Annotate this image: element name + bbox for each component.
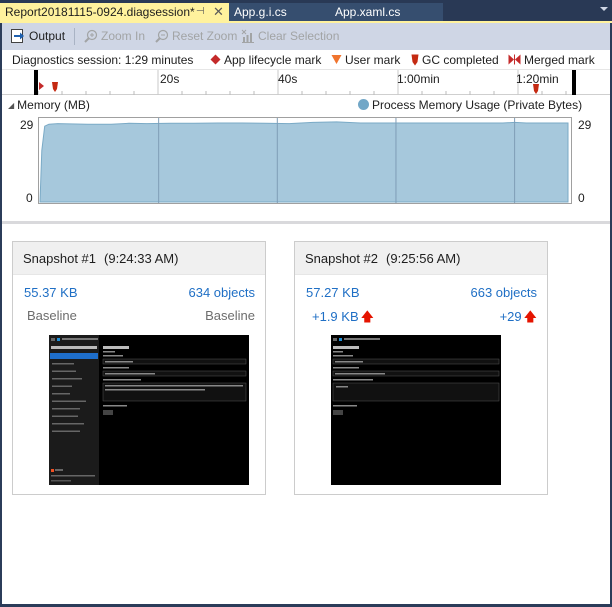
increase-arrow-icon: 🡅 <box>523 309 537 324</box>
reset-zoom-label: Reset Zoom <box>172 29 238 43</box>
app-screenshot <box>49 335 249 485</box>
size-diff-value: +1.9 KB <box>312 309 359 324</box>
legend-label: Merged mark <box>524 53 595 67</box>
y-axis-max-left: 29 <box>20 118 34 132</box>
tab-app-g-i-cs[interactable]: App.g.i.cs <box>229 3 329 21</box>
zoom-in-button[interactable]: Zoom In <box>84 27 145 46</box>
tab-app-xaml-cs[interactable]: App.xaml.cs <box>329 3 443 21</box>
output-label: Output <box>29 29 66 43</box>
reset-zoom-icon <box>155 29 169 43</box>
selection-start-handle[interactable] <box>34 70 38 95</box>
legend-gc-completed: GC completed <box>411 53 499 67</box>
snapshot-title: Snapshot #1 <box>23 251 97 266</box>
diamond-icon <box>210 54 221 65</box>
snapshot-objects-diff: Baseline <box>205 308 255 323</box>
gc-marker[interactable] <box>52 82 58 92</box>
snapshot-objects-link[interactable]: 634 objects <box>189 285 256 300</box>
legend-user-mark: User mark <box>331 53 400 67</box>
merged-mark-icon <box>508 54 521 65</box>
memory-legend-label: Process Memory Usage (Private Bytes) <box>372 98 583 112</box>
tab-diagsession[interactable]: Report20181115-0924.diagsession* ⊣ ✕ <box>0 3 229 21</box>
zoom-in-label: Zoom In <box>101 29 146 43</box>
session-legend-bar: Diagnostics session: 1:29 minutes App li… <box>2 50 610 70</box>
section-divider[interactable] <box>2 221 610 224</box>
legend-label: User mark <box>345 53 401 67</box>
clear-selection-button[interactable]: Clear Selection <box>241 27 339 46</box>
snapshot-card-2: Snapshot #2 (9:25:56 AM) 57.27 KB 663 obj… <box>294 241 548 495</box>
reset-zoom-button[interactable]: Reset Zoom <box>155 27 237 46</box>
output-icon <box>11 28 24 43</box>
diagnostics-report-view: Output Zoom In Reset Zoom Clear Selectio… <box>2 23 610 604</box>
snapshot-size-link[interactable]: 55.37 KB <box>24 285 78 300</box>
toolbar-separator <box>74 28 75 45</box>
close-icon[interactable]: ✕ <box>213 3 224 21</box>
gc-marker-icon <box>411 54 419 66</box>
output-button[interactable]: Output <box>10 27 65 46</box>
snapshot-screenshot-thumbnail <box>49 335 249 485</box>
snapshot-card-1: Snapshot #1 (9:24:33 AM) 55.37 KB 634 obj… <box>12 241 266 495</box>
snapshot-header: Snapshot #2 (9:25:56 AM) <box>295 242 547 275</box>
snapshot-size-diff-link[interactable]: +1.9 KB 🡅 <box>312 308 374 330</box>
ruler-tick-label: 20s <box>160 72 180 86</box>
selection-end-handle[interactable] <box>572 70 576 95</box>
legend-app-lifecycle-mark: App lifecycle mark <box>210 53 321 67</box>
session-duration-label: Diagnostics session: 1:29 minutes <box>12 53 194 67</box>
snapshot-header: Snapshot #1 (9:24:33 AM) <box>13 242 265 275</box>
memory-chart[interactable] <box>38 117 572 204</box>
y-axis-max-right: 29 <box>578 118 592 132</box>
collapse-triangle-icon[interactable]: ◢ <box>8 101 14 110</box>
y-axis-min-left: 0 <box>26 191 33 205</box>
pin-icon[interactable]: ⊣ <box>196 3 205 21</box>
tab-label: Report20181115-0924.diagsession* <box>5 5 195 19</box>
legend-label: App lifecycle mark <box>224 53 322 67</box>
memory-usage-area <box>39 121 569 203</box>
app-screenshot <box>331 335 501 485</box>
timeline-ruler[interactable]: 20s 40s 1:00min 1:20min <box>2 70 610 95</box>
increase-arrow-icon: 🡅 <box>360 309 374 324</box>
document-tab-strip: Report20181115-0924.diagsession* ⊣ ✕ App… <box>0 0 612 21</box>
memory-section-header[interactable]: ◢ Memory (MB) <box>8 98 90 112</box>
snapshot-size-link[interactable]: 57.27 KB <box>306 285 360 300</box>
series-color-dot-icon <box>358 99 369 111</box>
ruler-tick-label: 1:00min <box>397 72 440 86</box>
legend-merged-mark: Merged mark <box>508 53 595 67</box>
snapshot-objects-link[interactable]: 663 objects <box>471 285 538 300</box>
memory-legend: Process Memory Usage (Private Bytes) <box>358 98 582 112</box>
zoom-in-icon <box>84 29 98 43</box>
snapshot-objects-diff-link[interactable]: +29 🡅 <box>500 308 537 330</box>
snapshot-title: Snapshot #2 <box>305 251 379 266</box>
snapshot-time: (9:24:33 AM) <box>104 251 179 266</box>
clear-selection-label: Clear Selection <box>258 29 340 43</box>
memory-title: Memory (MB) <box>17 98 90 112</box>
app-lifecycle-marker[interactable] <box>39 82 44 90</box>
triangle-down-icon <box>331 55 342 65</box>
tab-label: App.g.i.cs <box>234 5 287 19</box>
toolbar: Output Zoom In Reset Zoom Clear Selectio… <box>2 23 610 50</box>
y-axis-min-right: 0 <box>578 191 585 205</box>
snapshot-time: (9:25:56 AM) <box>386 251 461 266</box>
snapshot-screenshot-thumbnail <box>331 335 501 485</box>
ruler-tick-label: 40s <box>278 72 298 86</box>
ruler-tick-label: 1:20min <box>516 72 559 86</box>
legend-label: GC completed <box>422 53 499 67</box>
tab-label: App.xaml.cs <box>335 5 401 19</box>
tab-overflow-dropdown-icon[interactable] <box>600 7 608 11</box>
snapshot-size-diff: Baseline <box>27 308 77 323</box>
clear-selection-icon <box>241 29 254 43</box>
objects-diff-value: +29 <box>499 309 522 324</box>
